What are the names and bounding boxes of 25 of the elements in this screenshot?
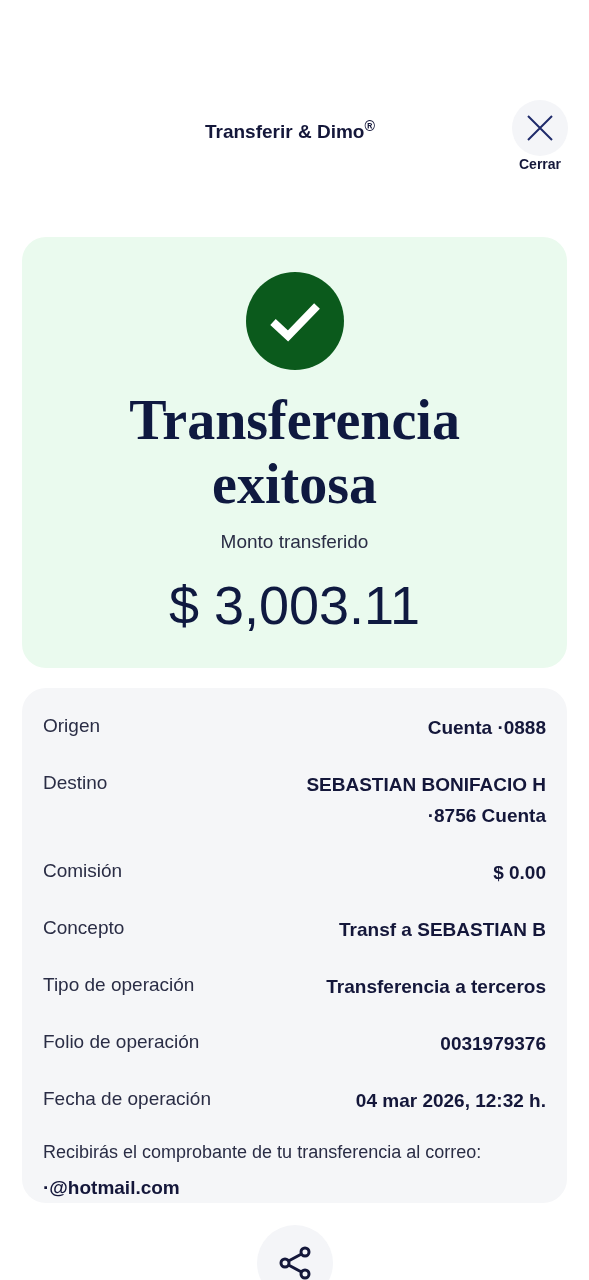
detail-label: Comisión — [43, 859, 123, 883]
detail-value: 0031979376 — [440, 1032, 546, 1056]
close-icon — [526, 114, 554, 142]
close-label: Cerrar — [519, 155, 562, 174]
share-icon — [277, 1246, 312, 1280]
checkmark-icon — [245, 272, 344, 370]
detail-label: Origen — [43, 714, 101, 738]
detail-value: Transferencia a terceros — [326, 975, 546, 999]
success-title: Transferencia exitosa — [128, 388, 461, 516]
detail-value: SEBASTIAN BONIFACIO H ·8756 Cuenta — [305, 773, 546, 828]
detail-label: Destino — [43, 771, 108, 795]
email-address: ·@hotmail.com — [43, 1176, 181, 1200]
detail-label: Folio de operación — [43, 1030, 200, 1054]
receipt-note: Recibirás el comprobante de tu transferencia al correo: — [43, 1141, 483, 1164]
detail-value: Cuenta ·0888 — [427, 716, 546, 740]
detail-value: $ 0.00 — [493, 861, 546, 885]
detail-value: 04 mar 2026, 12:32 h. — [355, 1089, 546, 1113]
share-button[interactable] — [256, 1225, 333, 1280]
detail-value: Transf a SEBASTIAN B — [339, 918, 546, 942]
detail-label: Tipo de operación — [43, 973, 195, 997]
detail-label: Fecha de operación — [43, 1087, 211, 1111]
screen-title: Transferir & Dimo$^{®}$ — [205, 118, 375, 144]
amount-value: $ 3,003.11 — [168, 573, 421, 637]
detail-label: Concepto — [43, 916, 125, 940]
amount-label: Monto transferido — [220, 530, 369, 554]
